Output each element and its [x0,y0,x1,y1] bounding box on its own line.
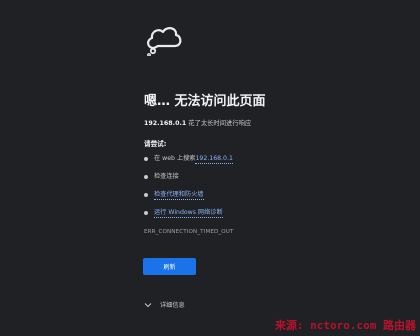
bullet-icon [144,175,148,179]
suggestion-search: 在 web 上搜索 192.168.0.1 [144,154,233,172]
error-description: 192.168.0.1 花了太长时间进行响应 [144,118,251,127]
bullet-icon [144,157,148,161]
check-proxy-firewall-link[interactable]: 检查代理和防火墙 [154,190,204,200]
suggestion-check-proxy: 检查代理和防火墙 [144,190,233,208]
search-web-link[interactable]: 192.168.0.1 [195,154,233,164]
watermark: 来源: nctoro.com 路由器 [274,319,416,332]
description-host: 192.168.0.1 [144,120,187,127]
suggestion-check-connection: 检查连接 [144,172,233,190]
description-text: 花了太长时间进行响应 [186,120,252,127]
network-diagnostics-link[interactable]: 运行 Windows 网络诊断 [154,208,223,218]
chevron-down-icon [144,302,152,307]
details-toggle[interactable]: 详细信息 [144,300,185,309]
suggestion-list: 在 web 上搜索 192.168.0.1 检查连接 检查代理和防火墙 运行 W… [144,154,233,226]
suggestion-network-diagnostics: 运行 Windows 网络诊断 [144,208,233,226]
error-page: 嗯… 无法访问此页面 192.168.0.1 花了太长时间进行响应 请尝试: 在… [0,0,420,336]
cloud-icon [147,27,182,56]
bullet-icon [144,211,148,215]
try-heading: 请尝试: [144,140,167,148]
suggestion-text: 检查连接 [154,173,179,180]
reload-button[interactable]: 刷新 [143,258,196,275]
error-code: ERR_CONNECTION_TIMED_OUT [144,229,234,235]
page-title: 嗯… 无法访问此页面 [144,94,266,109]
suggestion-text: 在 web 上搜索 [154,155,196,162]
details-label: 详细信息 [160,302,185,309]
bullet-icon [144,193,148,197]
